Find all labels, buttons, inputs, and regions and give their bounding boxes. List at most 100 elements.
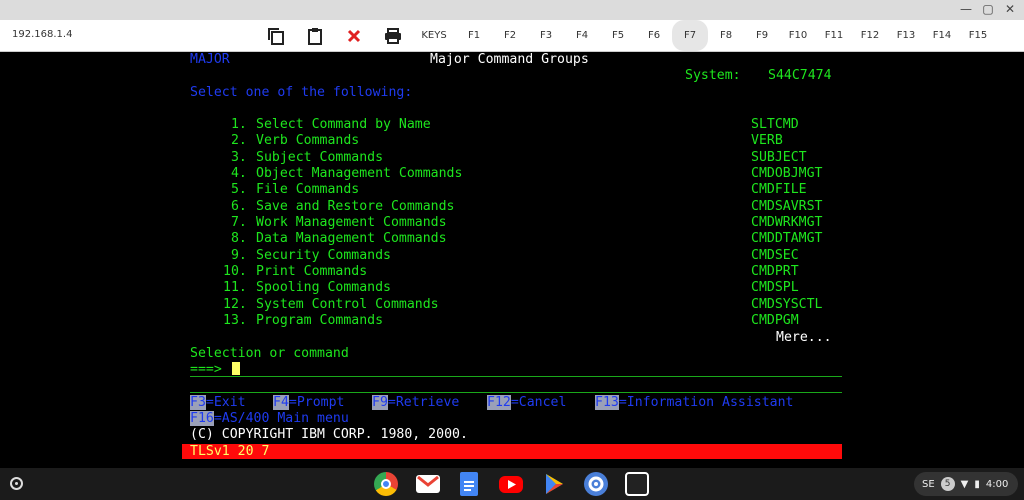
f6-button[interactable]: F6	[636, 20, 672, 51]
f3-button[interactable]: F3	[528, 20, 564, 51]
option-label[interactable]: Verb Commands	[256, 133, 359, 149]
f15-button[interactable]: F15	[960, 20, 996, 51]
copyright-text: (C) COPYRIGHT IBM CORP. 1980, 2000.	[190, 427, 468, 442]
print-icon[interactable]	[381, 24, 405, 48]
fkey-f9[interactable]: F9=Retrieve	[372, 395, 459, 411]
option-label[interactable]: System Control Commands	[256, 297, 439, 313]
f4-button[interactable]: F4	[564, 20, 600, 51]
option-command: CMDSYSCTL	[751, 297, 823, 312]
separator-line	[190, 392, 842, 393]
option-command: CMDDTAMGT	[751, 231, 823, 246]
option-label[interactable]: Program Commands	[256, 313, 383, 329]
option-label[interactable]: Spooling Commands	[256, 280, 391, 296]
option-command: CMDFILE	[751, 182, 807, 197]
maximize-icon[interactable]: ▢	[980, 2, 996, 16]
option-label[interactable]: Print Commands	[256, 264, 367, 280]
option-command: CMDOBJMGT	[751, 166, 823, 181]
emulator-toolbar: 192.168.1.4 KEYS F1 F2 F3 F4 F5 F6 F7 F8…	[0, 20, 1024, 52]
launcher-icon[interactable]	[10, 477, 23, 490]
window-titlebar: — ▢ ✕	[0, 0, 1024, 20]
option-label[interactable]: Data Management Commands	[256, 231, 447, 247]
fkey-f4[interactable]: F4=Prompt	[273, 395, 344, 411]
fkey-bar: KEYS F1 F2 F3 F4 F5 F6 F7 F8 F9 F10 F11 …	[412, 20, 996, 51]
f10-button[interactable]: F10	[780, 20, 816, 51]
f1-button[interactable]: F1	[456, 20, 492, 51]
wifi-icon: ▼	[960, 478, 969, 490]
fkey-f12[interactable]: F12=Cancel	[487, 395, 566, 411]
fkey-f16[interactable]: F16=AS/400 Main menu	[190, 411, 349, 427]
option-command: SUBJECT	[751, 150, 807, 165]
f9-button[interactable]: F9	[744, 20, 780, 51]
paste-icon[interactable]	[303, 24, 327, 48]
option-command: CMDSEC	[751, 248, 799, 263]
option-label[interactable]: Save and Restore Commands	[256, 199, 455, 215]
option-command: CMDWRKMGT	[751, 215, 823, 230]
clear-icon[interactable]	[342, 24, 366, 48]
option-command: CMDSPL	[751, 280, 799, 295]
input-underline	[190, 376, 842, 377]
selection-label: Selection or command	[190, 346, 349, 361]
option-number: 7.	[223, 215, 247, 230]
option-label[interactable]: Work Management Commands	[256, 215, 447, 231]
f2-button[interactable]: F2	[492, 20, 528, 51]
status-text: TLSv1 20 7	[190, 444, 270, 459]
menu-id: MAJOR	[190, 52, 230, 67]
option-label[interactable]: Subject Commands	[256, 150, 383, 166]
option-number: 2.	[223, 133, 247, 148]
option-number: 11.	[223, 280, 247, 295]
fkey-f13[interactable]: F13=Information Assistant	[595, 395, 794, 411]
option-label[interactable]: Security Commands	[256, 248, 391, 264]
option-command: SLTCMD	[751, 117, 799, 132]
docs-icon[interactable]	[460, 472, 478, 496]
option-number: 6.	[223, 199, 247, 214]
notification-badge: 5	[940, 477, 955, 491]
keyboard-locale: SE	[922, 478, 935, 490]
youtube-icon[interactable]	[499, 476, 523, 493]
option-number: 3.	[223, 150, 247, 165]
option-number: 9.	[223, 248, 247, 263]
fkey-f3[interactable]: F3=Exit	[190, 395, 246, 411]
status-bar: TLSv1 20 7	[182, 444, 842, 459]
system-label: System:	[685, 68, 741, 83]
minimize-icon[interactable]: —	[958, 2, 974, 16]
play-store-icon[interactable]	[542, 472, 566, 496]
os-shelf: SE 5 ▼ ▮ 4:00	[0, 468, 1024, 500]
option-command: CMDPGM	[751, 313, 799, 328]
option-number: 10.	[223, 264, 247, 279]
f8-button[interactable]: F8	[708, 20, 744, 51]
option-command: CMDSAVRST	[751, 199, 823, 214]
more-indicator: Mere...	[776, 330, 832, 345]
f11-button[interactable]: F11	[816, 20, 852, 51]
f7-button[interactable]: F7	[672, 20, 708, 51]
option-label[interactable]: Select Command by Name	[256, 117, 431, 133]
screen-title: Major Command Groups	[430, 52, 589, 67]
keys-button[interactable]: KEYS	[412, 20, 456, 51]
terminal-screen[interactable]: MAJOR Major Command Groups System: S44C7…	[182, 52, 842, 462]
option-label[interactable]: File Commands	[256, 182, 359, 198]
gmail-icon[interactable]	[416, 475, 440, 493]
f14-button[interactable]: F14	[924, 20, 960, 51]
option-number: 5.	[223, 182, 247, 197]
battery-icon: ▮	[974, 478, 980, 490]
chrome-icon[interactable]	[374, 472, 398, 496]
f5-button[interactable]: F5	[600, 20, 636, 51]
f13-button[interactable]: F13	[888, 20, 924, 51]
option-command: CMDPRT	[751, 264, 799, 279]
f12-button[interactable]: F12	[852, 20, 888, 51]
option-command: VERB	[751, 133, 783, 148]
copy-icon[interactable]	[264, 24, 288, 48]
status-tray[interactable]: SE 5 ▼ ▮ 4:00	[914, 472, 1018, 496]
option-label[interactable]: Object Management Commands	[256, 166, 462, 182]
text-cursor	[232, 362, 240, 375]
option-number: 4.	[223, 166, 247, 181]
option-number: 13.	[223, 313, 247, 328]
clock: 4:00	[985, 478, 1009, 490]
select-prompt: Select one of the following:	[190, 85, 413, 100]
close-window-icon[interactable]: ✕	[1002, 2, 1018, 16]
settings-icon[interactable]	[584, 472, 608, 496]
terminal-app-icon[interactable]	[625, 472, 649, 496]
host-address: 192.168.1.4	[12, 29, 73, 40]
system-name: S44C7474	[768, 68, 832, 83]
option-number: 1.	[223, 117, 247, 132]
option-number: 8.	[223, 231, 247, 246]
